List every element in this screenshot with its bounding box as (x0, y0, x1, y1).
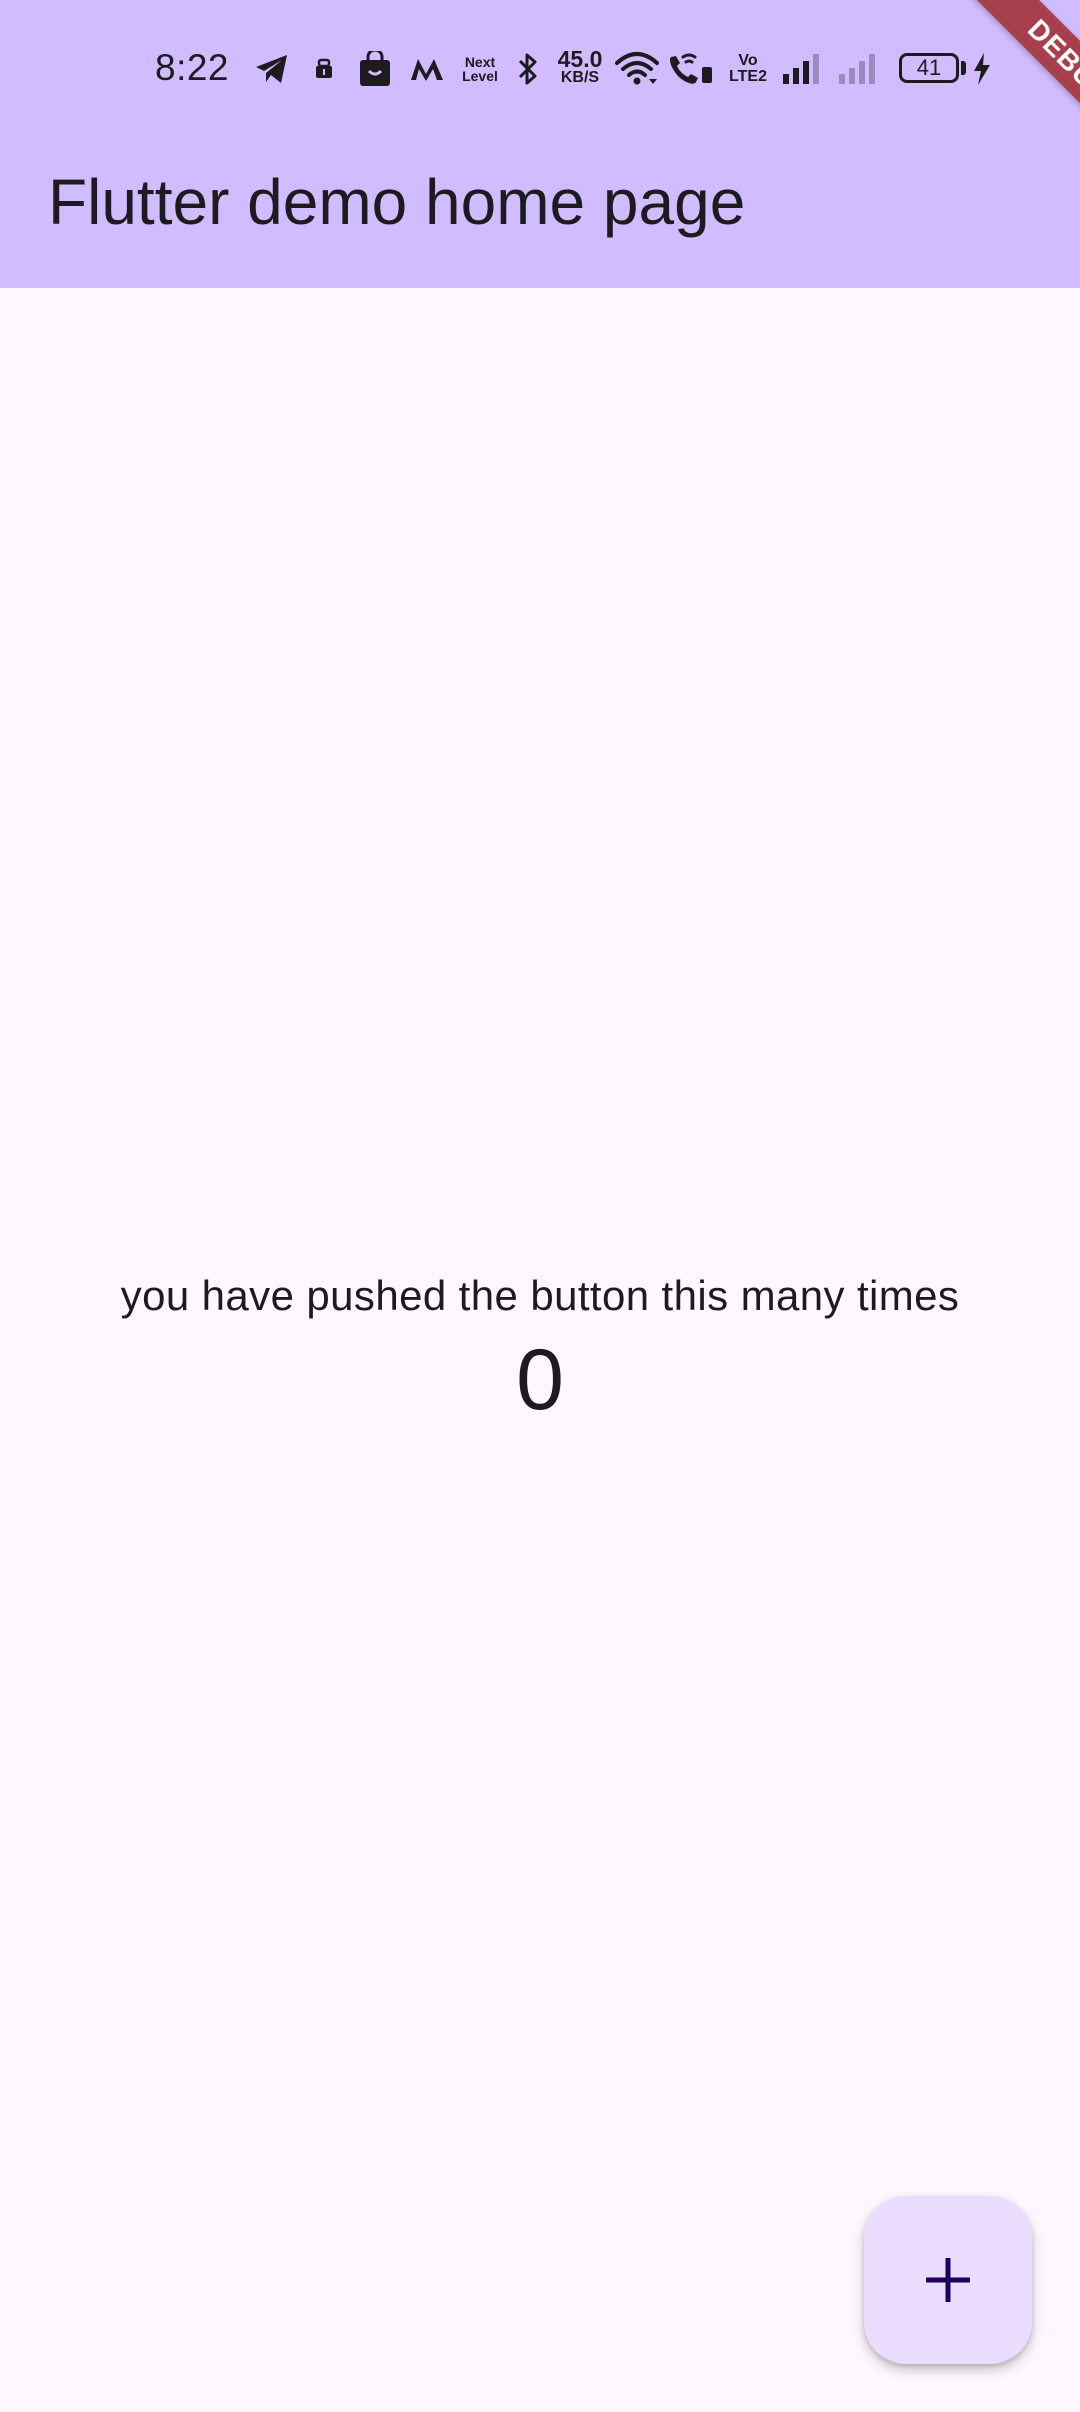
network-speed-icon: 45.0 KB/S (550, 48, 610, 86)
bluetooth-icon (514, 50, 542, 88)
page-title: Flutter demo home page (48, 166, 746, 238)
wifi-calling-icon (666, 50, 716, 88)
volte-icon: Vo LTE2 (728, 50, 768, 88)
status-bar: 8:22 Next Level 45.0 KB/S Vo LTE2 41 (0, 0, 1080, 138)
signal-1-icon (780, 50, 824, 88)
charging-icon (970, 50, 994, 88)
increment-button[interactable] (864, 2196, 1032, 2364)
volte-line1: Vo (738, 52, 758, 69)
notification-icon (312, 50, 336, 88)
next-level-icon: Next Level (460, 50, 500, 88)
volte-line2: LTE2 (729, 68, 767, 85)
battery-tip (961, 61, 966, 75)
next-level-line2: Level (462, 68, 498, 84)
myntra-icon (408, 50, 446, 88)
counter-value: 0 (516, 1332, 564, 1428)
telegram-icon (252, 50, 292, 88)
network-speed-value: 45.0 (557, 46, 603, 72)
plus-icon (924, 2256, 972, 2304)
wifi-icon (614, 50, 660, 88)
status-time: 8:22 (155, 47, 230, 88)
app-bar: 8:22 Next Level 45.0 KB/S Vo LTE2 41 Flu… (0, 0, 1080, 288)
network-speed-unit: KB/S (560, 69, 600, 86)
battery-icon: 41 (899, 53, 959, 83)
signal-2-icon (836, 50, 880, 88)
counter-label: you have pushed the button this many tim… (120, 1272, 960, 1319)
next-level-line1: Next (464, 54, 496, 70)
battery-level: 41 (916, 55, 942, 80)
shopping-bag-icon (356, 50, 394, 88)
